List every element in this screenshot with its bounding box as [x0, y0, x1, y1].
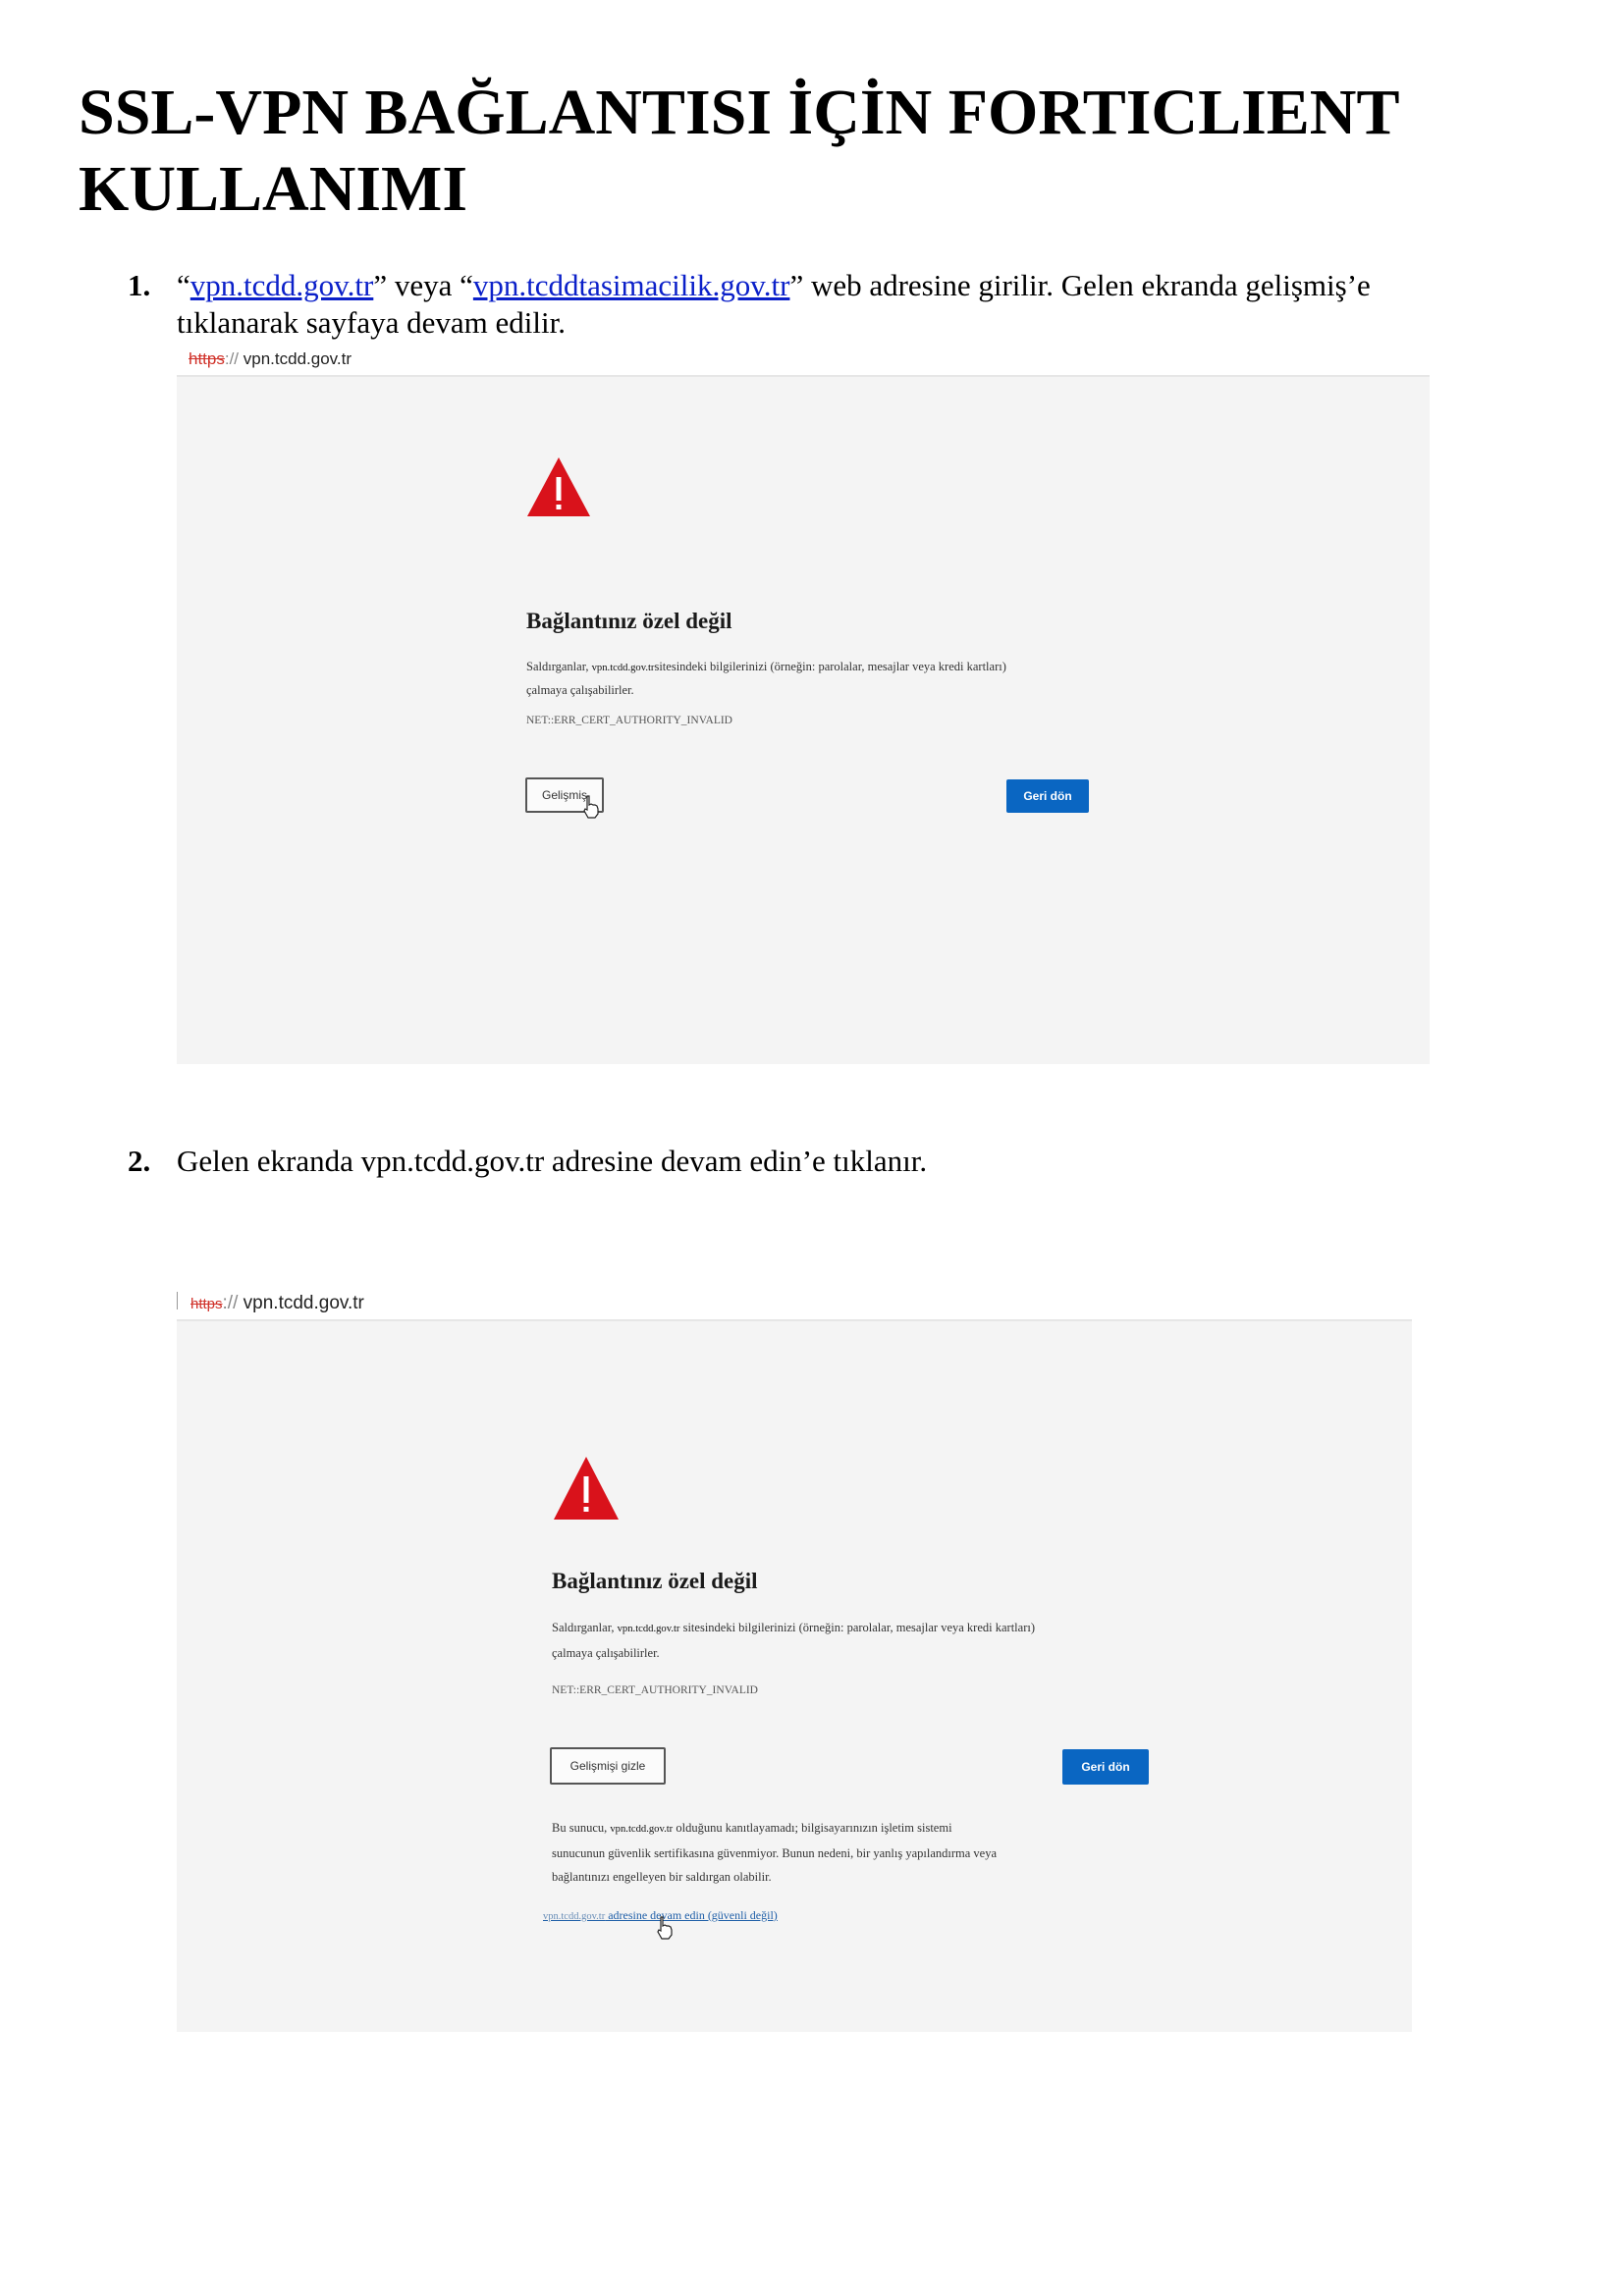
adv-domain: vpn.tcdd.gov.tr — [610, 1824, 674, 1835]
back-button[interactable]: Geri dön — [1006, 779, 1089, 813]
scheme-separator: :// — [224, 349, 240, 368]
step-1: 1. “vpn.tcdd.gov.tr” veya “vpn.tcddtasim… — [0, 267, 1624, 346]
body-prefix: Saldırganlar, — [552, 1621, 618, 1634]
error-code: NET::ERR_CERT_AUTHORITY_INVALID — [526, 715, 732, 726]
hand-cursor-icon — [583, 795, 599, 819]
error-page: Bağlantınız özel değil Saldırganlar, vpn… — [177, 1321, 1412, 2032]
body-line2: çalmaya çalışabilirler. — [552, 1646, 660, 1660]
body-rest: sitesindeki bilgilerinizi (örneğin: paro… — [654, 660, 1006, 673]
body-domain: vpn.tcdd.gov.tr — [617, 1624, 680, 1634]
adv-line2: sunucunun güvenlik sertifikasına güvenmi… — [552, 1846, 998, 1860]
error-code: NET::ERR_CERT_AUTHORITY_INVALID — [552, 1684, 758, 1696]
adv-prefix: Bu sunucu, — [552, 1821, 611, 1835]
warning-icon — [527, 457, 590, 516]
step-number: 1. — [128, 268, 151, 302]
address-host: vpn.tcdd.gov.tr — [243, 1293, 364, 1313]
text-after: ” web adresine girilir. Gelen ekranda ge… — [789, 268, 1371, 302]
error-body: Saldırganlar, vpn.tcdd.gov.trsitesindeki… — [526, 656, 1135, 701]
error-body: Saldırganlar, vpn.tcdd.gov.tr sitesindek… — [552, 1616, 1219, 1665]
address-bar: https:// vpn.tcdd.gov.tr — [190, 1293, 364, 1314]
body-domain: vpn.tcdd.gov.tr — [591, 663, 655, 673]
continue-text: adresine devam edin (güvenli değil) — [605, 1908, 778, 1922]
advanced-details: Bu sunucu, vpn.tcdd.gov.tr olduğunu kanı… — [552, 1816, 1239, 1889]
link-vpn-tcddtasimacilik[interactable]: vpn.tcddtasimacilik.gov.tr — [473, 268, 790, 302]
screenshot-1: https:// vpn.tcdd.gov.tr Bağlantınız öze… — [177, 346, 1430, 1064]
address-bar: https:// vpn.tcdd.gov.tr — [189, 349, 352, 369]
body-prefix: Saldırganlar, — [526, 660, 592, 673]
scheme-insecure: https — [190, 1296, 223, 1312]
address-edge — [177, 1292, 178, 1309]
scheme-separator: :// — [222, 1293, 239, 1313]
continue-domain: vpn.tcdd.gov.tr — [543, 1911, 606, 1922]
adv-line3: bağlantınızı engelleyen bir saldırgan ol… — [552, 1870, 772, 1884]
adv-rest: olduğunu kanıtlayamadı; bilgisayarınızın… — [673, 1821, 952, 1835]
scheme-insecure: https — [189, 349, 225, 368]
hide-advanced-button[interactable]: Gelişmişi gizle — [550, 1747, 666, 1785]
body-line2: çalmaya çalışabilirler. — [526, 683, 634, 697]
step-number: 2. — [128, 1144, 151, 1178]
step-2: 2. Gelen ekranda vpn.tcdd.gov.tr adresin… — [0, 1143, 1624, 1182]
error-title: Bağlantınız özel değil — [526, 609, 732, 633]
address-host: vpn.tcdd.gov.tr — [243, 349, 352, 368]
body-rest: sitesindeki bilgilerinizi (örneğin: paro… — [679, 1621, 1035, 1634]
error-page: Bağlantınız özel değil Saldırganlar, vpn… — [177, 377, 1430, 1064]
error-title: Bağlantınız özel değil — [552, 1569, 758, 1593]
warning-icon — [554, 1457, 619, 1520]
hand-cursor-icon — [657, 1916, 673, 1940]
quote-open: “ — [177, 268, 190, 302]
text-mid: ” veya “ — [373, 268, 473, 302]
step-text: Gelen ekranda vpn.tcdd.gov.tr adresine d… — [177, 1144, 928, 1178]
text-line2: tıklanarak sayfaya devam edilir. — [177, 305, 566, 340]
back-button[interactable]: Geri dön — [1062, 1749, 1149, 1785]
document-title: SSL-VPN BAĞLANTISI İÇİN FORTICLIENT KULL… — [79, 77, 1399, 225]
step-text: “vpn.tcdd.gov.tr” veya “vpn.tcddtasimaci… — [177, 267, 1551, 342]
link-vpn-tcdd[interactable]: vpn.tcdd.gov.tr — [190, 268, 374, 302]
screenshot-2: https:// vpn.tcdd.gov.tr Bağlantınız öze… — [177, 1286, 1412, 2032]
